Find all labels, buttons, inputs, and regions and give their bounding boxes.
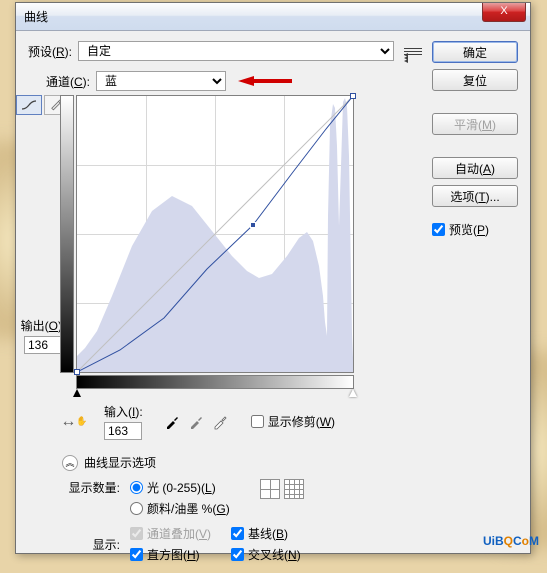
baseline-checkbox[interactable] xyxy=(231,527,244,540)
pigment-radio[interactable] xyxy=(130,502,143,515)
eyedropper-icon xyxy=(212,414,228,430)
input-label: 输入(I): xyxy=(104,403,143,420)
eyedropper-icon xyxy=(164,414,180,430)
curve-control-point[interactable] xyxy=(250,222,256,228)
curve-graph[interactable] xyxy=(76,95,354,373)
intersection-label: 交叉线(N) xyxy=(248,546,301,563)
preset-select[interactable]: 自定 xyxy=(78,41,394,61)
channel-overlay-label: 通道叠加(V) xyxy=(147,525,211,542)
curve-icon xyxy=(21,100,37,110)
title-text: 曲线 xyxy=(24,8,48,25)
baseline-label: 基线(B) xyxy=(248,525,288,542)
options-toggle-button[interactable]: ︽ xyxy=(62,455,78,471)
light-radio[interactable] xyxy=(130,481,143,494)
channel-overlay-checkbox[interactable] xyxy=(130,527,143,540)
show-clipping-label: 显示修剪(W) xyxy=(268,413,335,430)
black-eyedropper[interactable] xyxy=(161,411,183,433)
pigment-radio-label: 颜料/油墨 %(G) xyxy=(147,500,230,517)
channel-select[interactable]: 蓝 xyxy=(96,71,226,91)
options-header-label: 曲线显示选项 xyxy=(84,454,156,471)
histogram-label: 直方图(H) xyxy=(147,546,200,563)
close-button[interactable]: X xyxy=(482,3,526,22)
light-radio-label: 光 (0-255)(L) xyxy=(147,479,216,496)
smooth-button[interactable]: 平滑(M) xyxy=(432,113,518,135)
annotation-arrow xyxy=(238,72,298,90)
white-point-slider[interactable] xyxy=(349,389,357,397)
output-input[interactable] xyxy=(24,336,62,354)
target-adjust-tool[interactable]: ↔✋ xyxy=(62,410,86,434)
white-eyedropper[interactable] xyxy=(209,411,231,433)
input-input[interactable] xyxy=(104,422,142,440)
gray-eyedropper[interactable] xyxy=(185,411,207,433)
grid-coarse-button[interactable] xyxy=(260,479,280,499)
auto-button[interactable]: 自动(A) xyxy=(432,157,518,179)
histogram-checkbox[interactable] xyxy=(130,548,143,561)
titlebar[interactable]: 曲线 X xyxy=(16,3,530,31)
curve-path xyxy=(77,96,353,372)
curves-dialog: 曲线 X 预设(R): 自定 通道(C): 蓝 xyxy=(15,2,531,554)
channel-label: 通道(C): xyxy=(46,73,90,90)
curve-endpoint-white[interactable] xyxy=(350,93,356,99)
amount-label: 显示数量: xyxy=(62,479,120,496)
show-clipping-checkbox[interactable] xyxy=(251,415,264,428)
preset-label: 预设(R): xyxy=(28,43,72,60)
output-gradient-strip[interactable] xyxy=(60,95,74,373)
ok-button[interactable]: 确定 xyxy=(432,41,518,63)
output-label: 输出(O): xyxy=(21,317,66,334)
show-label: 显示: xyxy=(62,536,120,553)
black-point-slider[interactable] xyxy=(73,389,81,397)
intersection-checkbox[interactable] xyxy=(231,548,244,561)
preview-label: 预览(P) xyxy=(449,221,489,238)
curve-tool-button[interactable] xyxy=(16,95,42,115)
grid-fine-button[interactable] xyxy=(284,479,304,499)
preset-menu-icon[interactable] xyxy=(404,42,422,60)
input-gradient-strip[interactable] xyxy=(76,375,354,389)
options-button[interactable]: 选项(T)... xyxy=(432,185,518,207)
reset-button[interactable]: 复位 xyxy=(432,69,518,91)
watermark: UiBQCoM xyxy=(483,532,539,550)
preview-checkbox[interactable] xyxy=(432,223,445,236)
eyedropper-icon xyxy=(188,414,204,430)
